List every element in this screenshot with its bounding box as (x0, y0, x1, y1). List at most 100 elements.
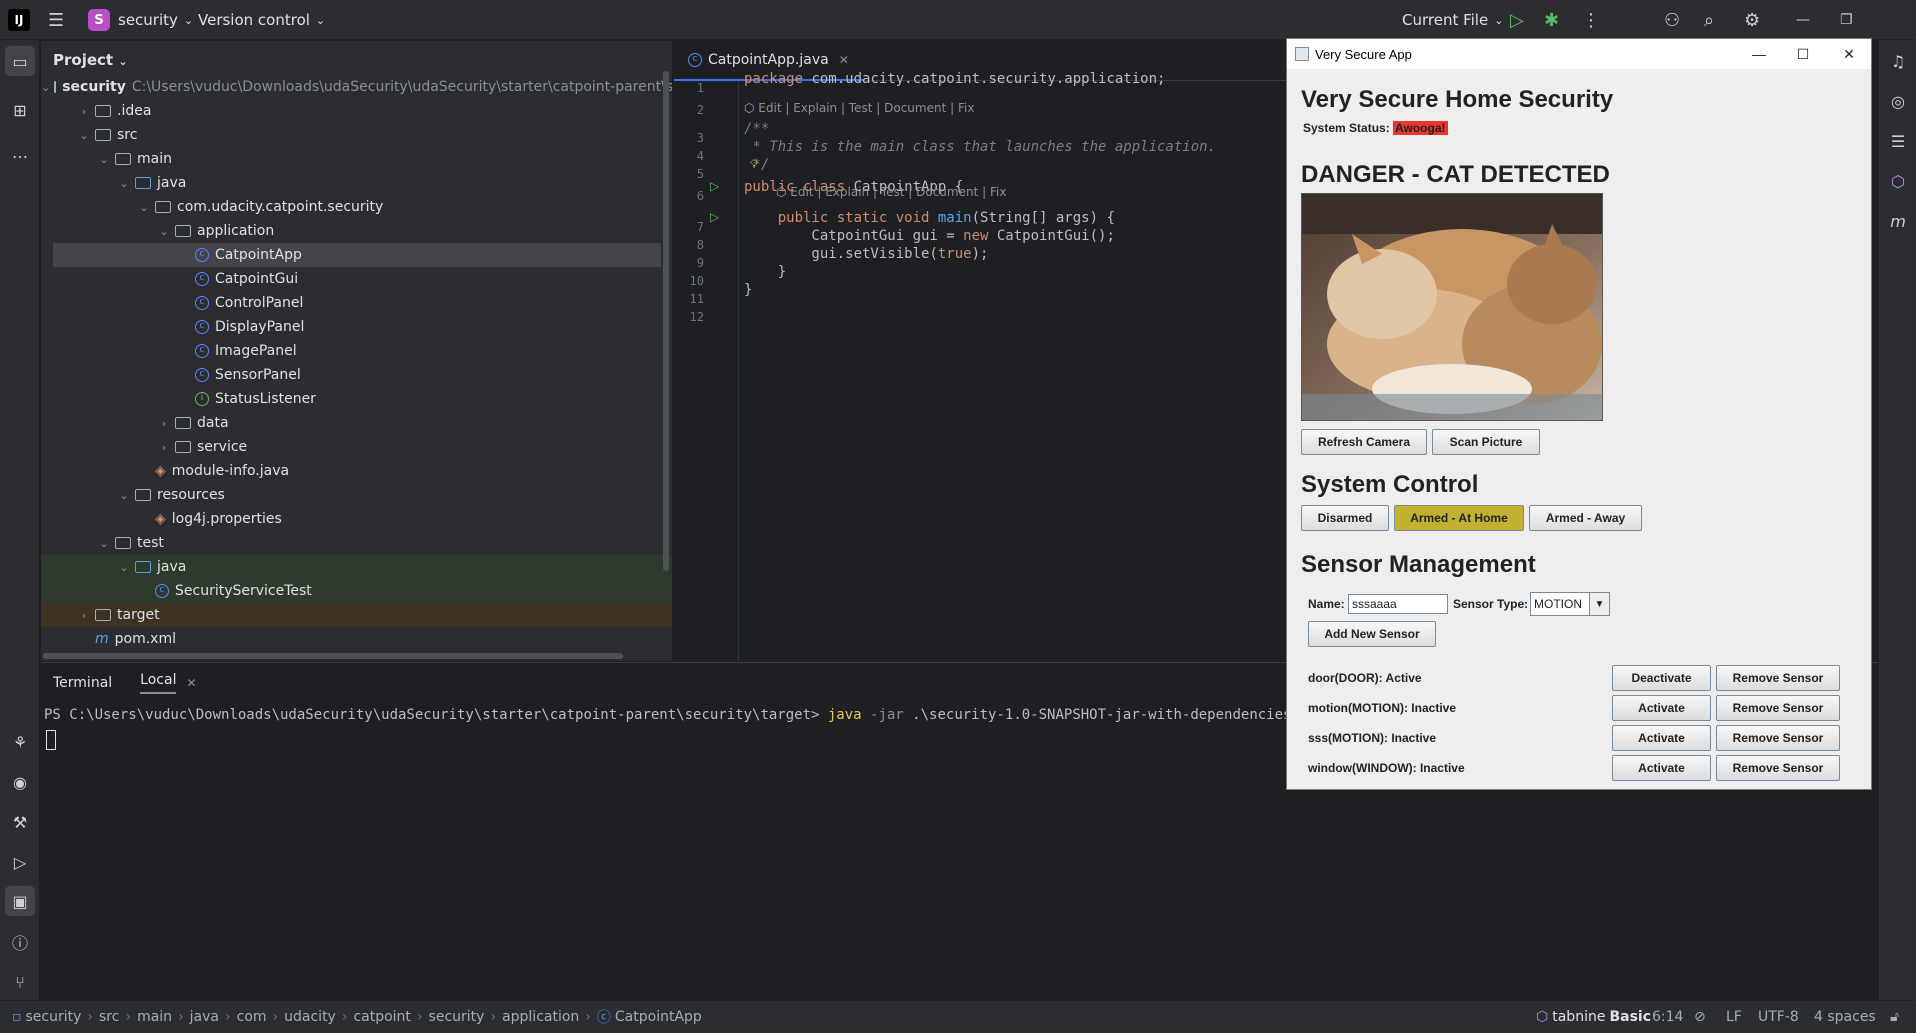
tree-item[interactable]: ◈ module-info.java (41, 459, 672, 483)
chevron-down-icon[interactable]: ⌄ (117, 561, 131, 574)
more-actions-button[interactable]: ⋮ (1582, 0, 1600, 40)
tree-item[interactable]: ⌄ security C:\Users\vuduc\Downloads\udaSec… (41, 75, 672, 99)
main-menu-button[interactable]: ☰ (48, 0, 64, 40)
app-close-button[interactable]: ✕ (1827, 39, 1871, 69)
ide-minimize-button[interactable]: — (1796, 0, 1810, 40)
chevron-down-icon[interactable]: ⌄ (97, 153, 111, 166)
sensor-type-select[interactable]: MOTION ▼ (1530, 592, 1610, 616)
armed-home-button[interactable]: Armed - At Home (1394, 505, 1524, 531)
encoding[interactable]: UTF-8 (1758, 1009, 1799, 1025)
breadcrumb-item[interactable]: security (26, 1009, 82, 1025)
chevron-down-icon[interactable]: ⌄ (137, 201, 151, 214)
code-line[interactable]: gui.setVisible(true); (744, 246, 988, 262)
breadcrumb-item[interactable]: udacity (284, 1009, 336, 1025)
tree-item[interactable]: ⌄ resources (41, 483, 672, 507)
ai-code-hint[interactable]: ⬡ Edit | Explain | Test | Document | Fix (776, 185, 1006, 199)
gutter-run-icon[interactable]: ▷ (710, 179, 719, 193)
cursor-position[interactable]: 6:14 (1652, 1009, 1683, 1025)
disarmed-button[interactable]: Disarmed (1301, 505, 1389, 531)
more-tools-button[interactable]: … (8, 140, 32, 164)
tree-item[interactable]: c ControlPanel (41, 291, 672, 315)
breadcrumb-item[interactable]: java (190, 1009, 219, 1025)
tree-item[interactable]: › data (41, 411, 672, 435)
remove-sensor-button[interactable]: Remove Sensor (1716, 695, 1840, 721)
tree-item[interactable]: ⌄ application (41, 219, 672, 243)
close-icon[interactable]: ✕ (186, 676, 196, 690)
app-maximize-button[interactable]: ☐ (1781, 39, 1825, 69)
remove-sensor-button[interactable]: Remove Sensor (1716, 725, 1840, 751)
chevron-down-icon[interactable]: ⌄ (117, 489, 131, 502)
scan-picture-button[interactable]: Scan Picture (1432, 429, 1540, 455)
code-line[interactable]: CatpointGui gui = new CatpointGui(); (744, 228, 1114, 244)
run-config-selector[interactable]: Current File ⌄ (1402, 0, 1503, 40)
vertical-scrollbar[interactable] (663, 71, 669, 571)
project-switcher[interactable]: S security ⌄ (88, 0, 193, 40)
services-tool-button[interactable]: ◉ (8, 770, 32, 794)
git-tool-button[interactable]: ⚘ (8, 730, 32, 754)
notifications-button[interactable]: ♫ (1887, 50, 1909, 72)
breadcrumb-item[interactable]: application (502, 1009, 579, 1025)
lock-icon[interactable]: 🔓︎ (1890, 1009, 1899, 1025)
tree-item[interactable]: ◈ log4j.properties (41, 507, 672, 531)
code-line[interactable]: } (744, 264, 786, 280)
terminal-output[interactable]: PS C:\Users\vuduc\Downloads\udaSecurity\… (44, 707, 1325, 723)
problems-tool-button[interactable]: ⓘ (8, 930, 32, 954)
indent-setting[interactable]: 4 spaces (1814, 1009, 1876, 1025)
tree-item[interactable]: c SensorPanel (41, 363, 672, 387)
chevron-right-icon[interactable]: › (77, 609, 91, 622)
code-with-me-button[interactable]: ⚇ (1664, 0, 1680, 40)
tree-item[interactable]: › service (41, 435, 672, 459)
gutter-run-icon[interactable]: ▷ (710, 210, 719, 224)
vcs-menu[interactable]: Version control ⌄ (198, 0, 325, 40)
sensor-toggle-button[interactable]: Deactivate (1612, 665, 1711, 691)
chevron-down-icon[interactable]: ⌄ (41, 81, 50, 94)
project-panel-title[interactable]: Project ⌄ (53, 51, 128, 69)
sensor-name-input[interactable] (1348, 594, 1448, 614)
chevron-down-icon[interactable]: ⌄ (157, 225, 171, 238)
tree-item[interactable]: c CatpointGui (41, 267, 672, 291)
tree-item[interactable]: ⌄ src (41, 123, 672, 147)
structure-tool-button[interactable]: ⊞ (8, 98, 32, 122)
horizontal-scrollbar[interactable] (43, 653, 623, 659)
breadcrumb-item[interactable]: com (237, 1009, 267, 1025)
lightbulb-icon[interactable]: 💡︎ (750, 157, 758, 172)
settings-button[interactable]: ⚙ (1744, 0, 1760, 40)
tree-item[interactable]: m pom.xml (41, 627, 672, 651)
refresh-camera-button[interactable]: Refresh Camera (1301, 429, 1427, 455)
tree-item[interactable]: ⌄ com.udacity.catpoint.security (41, 195, 672, 219)
tree-item[interactable]: › .idea (41, 99, 672, 123)
maven-button[interactable]: m (1887, 210, 1909, 232)
plugin-button[interactable]: ⬡ (1887, 170, 1909, 192)
code-line[interactable]: /** (744, 121, 769, 137)
search-everywhere-button[interactable]: ⌕ (1704, 0, 1714, 40)
run-button[interactable]: ▷ (1510, 0, 1524, 40)
chevron-right-icon[interactable]: › (77, 105, 91, 118)
ai-code-hint[interactable]: ⬡ Edit | Explain | Test | Document | Fix (744, 101, 974, 115)
tree-item[interactable]: c CatpointApp (53, 243, 661, 267)
armed-away-button[interactable]: Armed - Away (1529, 505, 1642, 531)
tree-item[interactable]: c ImagePanel (41, 339, 672, 363)
remove-sensor-button[interactable]: Remove Sensor (1716, 665, 1840, 691)
ide-maximize-button[interactable]: ❐ (1840, 0, 1853, 40)
tree-item[interactable]: c DisplayPanel (41, 315, 672, 339)
database-button[interactable]: ☰ (1887, 130, 1909, 152)
sensor-toggle-button[interactable]: Activate (1612, 695, 1711, 721)
project-tool-button[interactable]: ▭ (5, 46, 35, 76)
breadcrumb-item[interactable]: security (429, 1009, 485, 1025)
code-line[interactable]: * This is the main class that launches t… (744, 139, 1216, 155)
chevron-down-icon[interactable]: ⌄ (77, 129, 91, 142)
vcs-tool-button[interactable]: ⑂ (8, 970, 32, 994)
debug-button[interactable]: ✱ (1544, 0, 1559, 40)
tree-item[interactable]: ⌄ test (41, 531, 672, 555)
tree-item[interactable]: ⌄ java (41, 171, 672, 195)
chevron-right-icon[interactable]: › (157, 441, 171, 454)
chevron-right-icon[interactable]: › (157, 417, 171, 430)
app-minimize-button[interactable]: — (1737, 39, 1781, 69)
tree-item[interactable]: ⌄ java (41, 555, 672, 579)
code-line[interactable]: package com.udacity.catpoint.security.ap… (744, 71, 1165, 87)
line-ending[interactable]: LF (1726, 1009, 1742, 1025)
breadcrumb-item[interactable]: CatpointApp (615, 1009, 702, 1025)
tree-item[interactable]: ⌄ main (41, 147, 672, 171)
no-ai-icon[interactable]: ⊘ (1694, 1009, 1706, 1025)
sensor-toggle-button[interactable]: Activate (1612, 725, 1711, 751)
